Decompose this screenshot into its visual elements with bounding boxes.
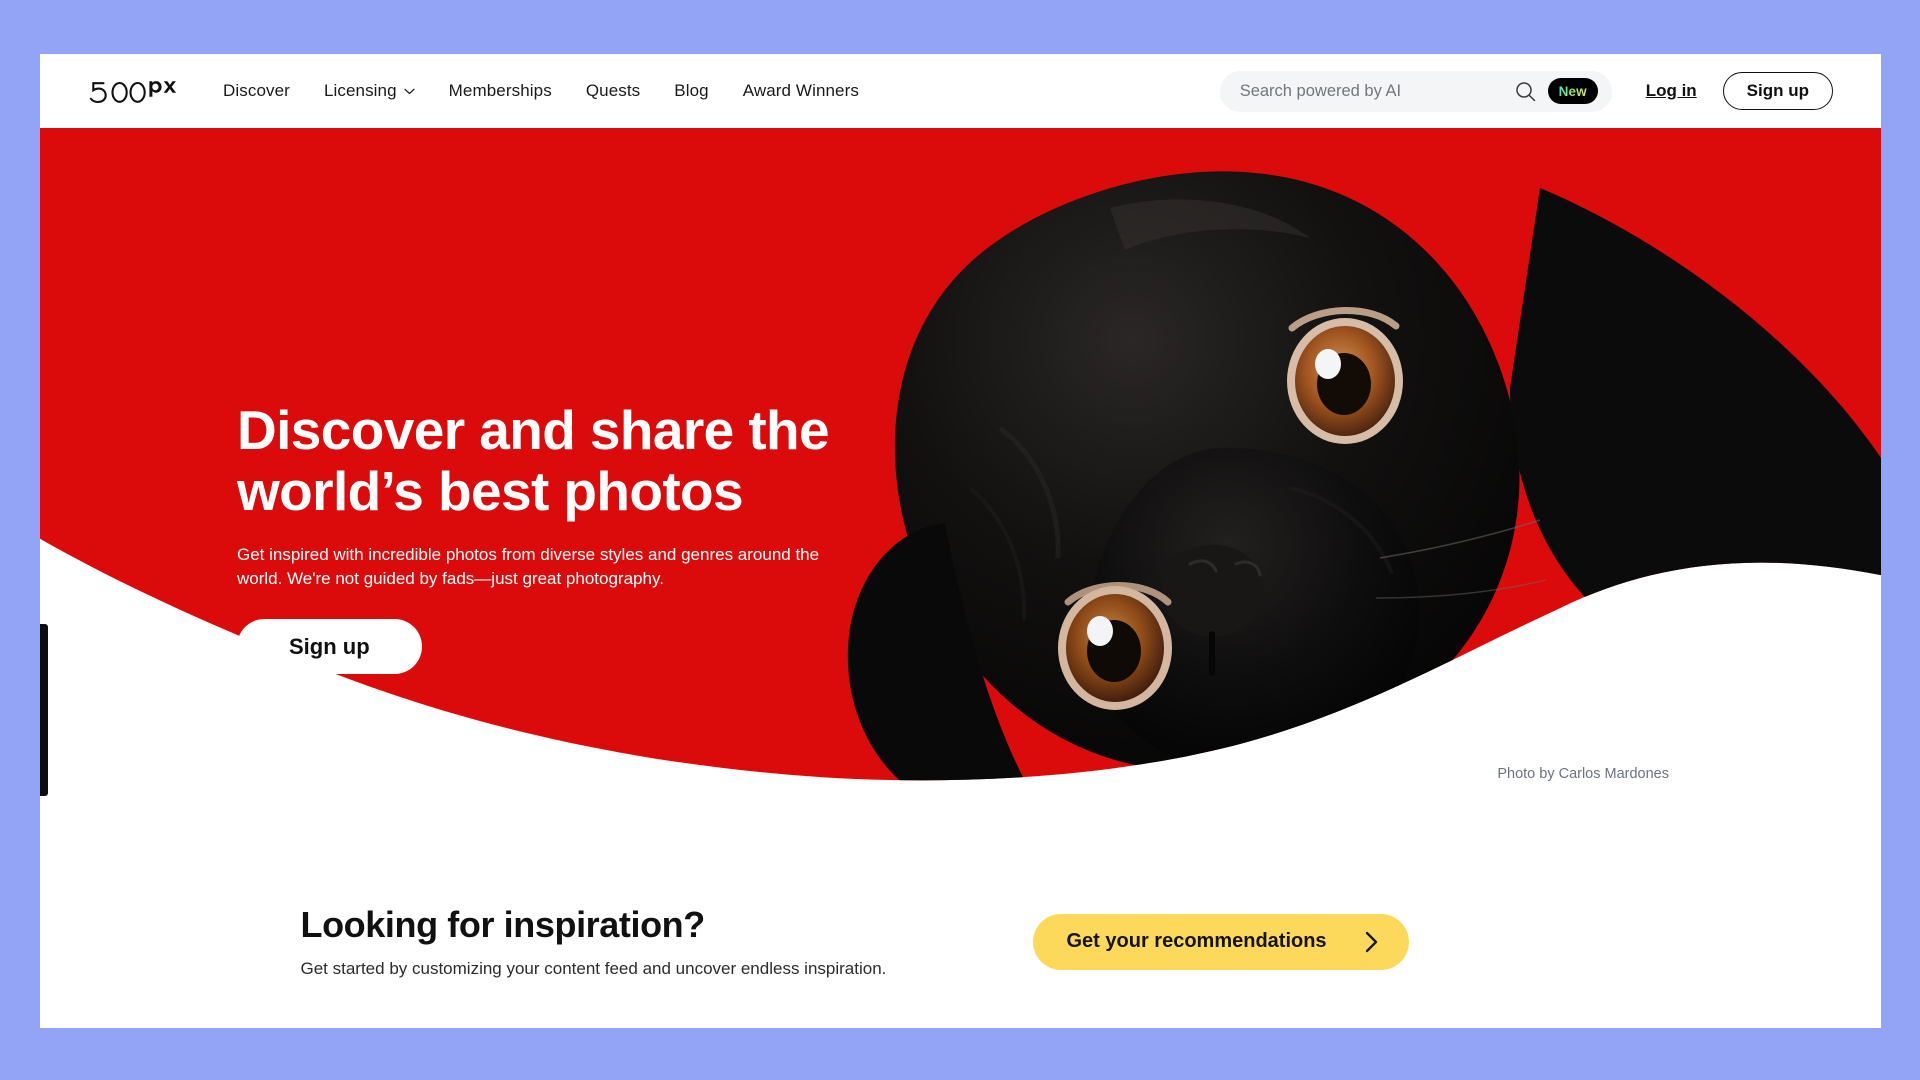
inspiration-subtitle: Get started by customizing your content … (300, 959, 887, 978)
nav-item-licensing[interactable]: Licensing (324, 81, 415, 101)
hero-title-line-1: Discover and share the (237, 399, 830, 461)
inspiration-section: Looking for inspiration? Get started by … (40, 855, 1881, 1028)
photo-credit: Photo by Carlos Mardones (1497, 766, 1669, 782)
search-bar[interactable]: New (1219, 70, 1612, 112)
nav-item-label: Award Winners (742, 81, 859, 100)
hero-title-line-2: world’s best photos (237, 459, 744, 522)
new-badge[interactable]: New (1547, 78, 1598, 104)
new-badge-label: New (1558, 83, 1587, 99)
nav-item-label: Quests (585, 81, 641, 100)
hero-signup-button[interactable]: Sign up (237, 619, 422, 675)
chevron-right-icon (1365, 931, 1377, 952)
get-recommendations-label: Get your recommendations (1066, 930, 1327, 952)
nav-item-label: Blog (674, 81, 709, 100)
chevron-down-icon (404, 88, 415, 94)
nav-item-discover[interactable]: Discover (223, 81, 290, 101)
nav-item-label: Discover (223, 81, 290, 100)
nav-item-award-winners[interactable]: Award Winners (743, 81, 859, 101)
hero-section: Discover and share the world’s best phot… (40, 128, 1881, 855)
search-input[interactable] (1239, 81, 1515, 101)
site-header: Discover Licensing Memberships Quests Bl… (40, 54, 1881, 128)
browser-page: Discover Licensing Memberships Quests Bl… (40, 54, 1881, 1028)
nav-item-blog[interactable]: Blog (674, 81, 708, 101)
500px-logo[interactable] (89, 78, 181, 104)
nav-item-quests[interactable]: Quests (586, 81, 640, 101)
login-link[interactable]: Log in (1646, 81, 1697, 101)
primary-nav: Discover Licensing Memberships Quests Bl… (223, 81, 859, 101)
nav-item-memberships[interactable]: Memberships (449, 81, 552, 101)
hero-subtitle: Get inspired with incredible photos from… (237, 545, 820, 589)
500px-logo-icon (89, 81, 177, 104)
left-edge-tab[interactable] (40, 624, 48, 796)
hero-content: Discover and share the world’s best phot… (237, 400, 877, 675)
signup-button[interactable]: Sign up (1722, 72, 1833, 110)
nav-item-label: Memberships (448, 81, 552, 100)
get-recommendations-button[interactable]: Get your recommendations (1032, 913, 1409, 970)
inspiration-inner: Looking for inspiration? Get started by … (251, 855, 1671, 1028)
inspiration-title: Looking for inspiration? (300, 904, 706, 945)
nav-item-label: Licensing (323, 81, 397, 100)
search-icon[interactable] (1515, 81, 1536, 102)
hero-title: Discover and share the world’s best phot… (237, 400, 877, 521)
header-actions: New Log in Sign up (1219, 70, 1833, 112)
inspiration-text: Looking for inspiration? Get started by … (301, 904, 1001, 979)
